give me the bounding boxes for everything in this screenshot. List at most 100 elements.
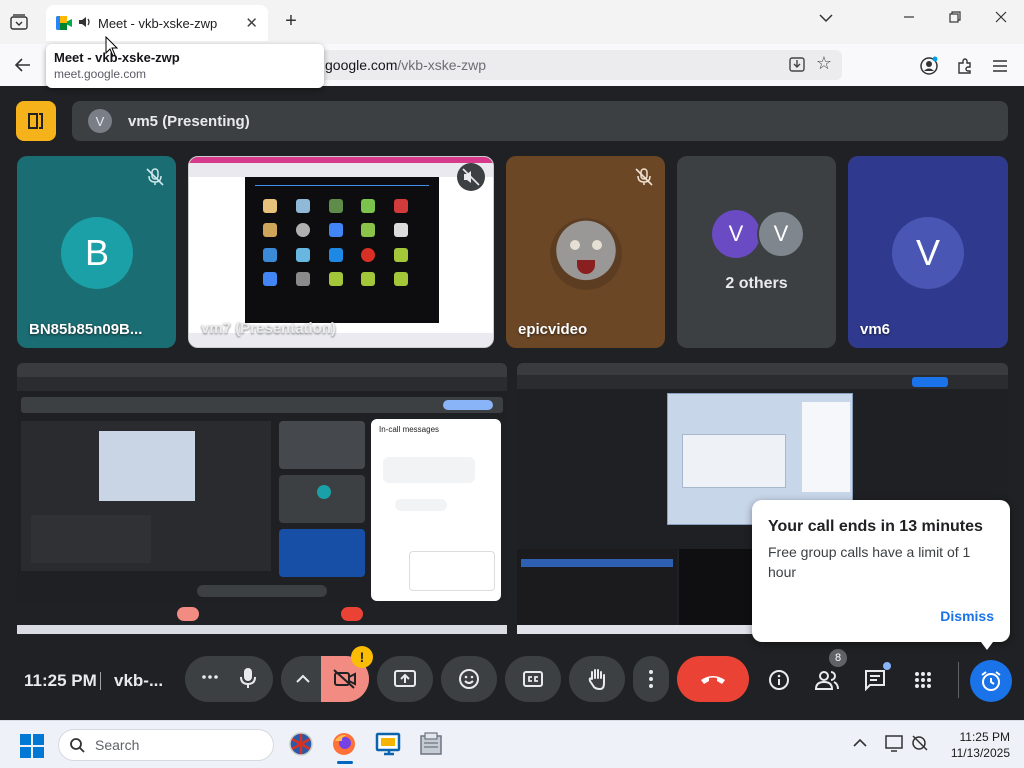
captions-button[interactable] [505, 656, 561, 702]
meet-control-bar: 11:25 PM vkb-... ! 8 [0, 634, 1024, 720]
tray-clock[interactable]: 11:25 PM 11/13/2025 [946, 729, 1010, 761]
nested-reactions-bar [197, 585, 327, 597]
nested-presenting-bar [21, 397, 503, 413]
google-meet-logo-icon [56, 16, 72, 30]
tab-list-icon [10, 14, 28, 30]
chat-button[interactable] [857, 662, 893, 698]
mic-off-icon [635, 168, 653, 186]
active-app-indicator [337, 761, 353, 764]
leave-call-button[interactable] [677, 656, 749, 702]
tab-list-button[interactable] [6, 11, 32, 33]
others-label: 2 others [725, 275, 788, 292]
taskbar-app-globe-icon[interactable] [288, 731, 316, 759]
tray-overflow-chevron-icon[interactable] [850, 733, 878, 761]
mic-off-icon [146, 168, 164, 186]
tab-audio-speaker-icon[interactable] [78, 16, 92, 31]
nested-tile-a [279, 421, 365, 469]
participant-name: vm6 [860, 321, 891, 338]
browser-tab-meet[interactable]: Meet - vkb-xske-zwp ✕ [46, 5, 268, 41]
back-arrow-icon [14, 58, 30, 72]
tab-close-icon[interactable]: ✕ [245, 14, 258, 32]
meeting-details-info-icon[interactable] [761, 662, 797, 698]
presenter-label: vm5 (Presenting) [128, 112, 250, 130]
camera-control-group: ! [281, 646, 373, 702]
tray-display-icon[interactable] [884, 733, 912, 761]
call-limit-toast: Your call ends in 13 minutes Free group … [752, 500, 1010, 642]
camera-options-chevron-icon[interactable] [281, 656, 325, 702]
windows-start-icon[interactable] [20, 734, 44, 758]
taskbar-remote-desktop-icon[interactable] [375, 731, 403, 759]
activities-button[interactable] [905, 662, 941, 698]
taskbar-search-box[interactable]: Search [58, 729, 274, 761]
others-avatar-1: V [712, 210, 760, 258]
address-text: google.com/vkb-xske-zwp [325, 57, 486, 73]
taskbar-firefox-icon[interactable] [331, 731, 359, 764]
presenting-banner[interactable]: V vm5 (Presenting) [72, 101, 1008, 141]
browser-tab-strip: Meet - vkb-xske-zwp ✕ + [0, 0, 1024, 44]
close-window-button[interactable] [989, 10, 1013, 28]
menu-hamburger-icon[interactable] [989, 56, 1011, 76]
reactions-button[interactable] [441, 656, 497, 702]
nested-tile-b [279, 475, 365, 523]
nested-tabstrip [17, 363, 507, 377]
nested-chat-panel: In-call messages [371, 419, 501, 601]
participant-tile-vm7-presentation[interactable]: vm7 (Presentation) [188, 156, 494, 348]
tab-title: Meet - vkb-xske-zwp [98, 15, 218, 31]
call-end-icon [701, 676, 725, 684]
others-avatar-2: V [757, 210, 805, 258]
control-divider [958, 662, 959, 698]
mic-control-group [185, 656, 273, 702]
bookmark-star-icon[interactable]: ☆ [816, 53, 832, 74]
people-button[interactable] [809, 662, 845, 698]
participant-tile-epicvideo[interactable]: epicvideo [506, 156, 665, 348]
alarm-clock-icon [981, 671, 1001, 691]
screen-share-tile-left[interactable]: In-call messages [17, 363, 507, 641]
tray-date: 11/13/2025 [950, 746, 1010, 760]
save-to-pocket-icon[interactable] [788, 55, 808, 75]
tooltip-title: Meet - vkb-xske-zwp [54, 50, 180, 65]
mouse-cursor-icon [105, 36, 119, 57]
nested-file-pane [517, 549, 677, 625]
restore-window-button[interactable] [943, 10, 967, 28]
tray-time: 11:25 PM [959, 730, 1010, 744]
video-avatar-cat-icon [550, 218, 622, 290]
apps-grid-icon [915, 672, 931, 688]
more-vert-icon [649, 670, 653, 688]
presenter-avatar: V [88, 109, 112, 133]
present-screen-button[interactable] [377, 656, 433, 702]
nested-toolbar [517, 375, 1008, 389]
participant-tile-bn85[interactable]: B BN85b85n09B... [17, 156, 176, 348]
warning-badge-icon: ! [351, 646, 373, 668]
new-tab-button[interactable]: + [280, 10, 302, 33]
audio-settings-more-icon[interactable] [199, 666, 221, 693]
tab-tooltip: Meet - vkb-xske-zwp meet.google.com [46, 44, 324, 88]
taskbar-virtualbox-icon[interactable] [418, 731, 446, 759]
clock-separator [100, 672, 101, 690]
toast-pointer [978, 638, 996, 650]
url-host: google.com [325, 57, 398, 73]
present-to-all-icon [28, 113, 43, 129]
list-all-tabs-chevron-icon[interactable] [814, 10, 838, 28]
people-icon [814, 671, 839, 690]
minimize-window-button[interactable] [897, 10, 921, 28]
back-button[interactable] [10, 52, 36, 78]
presentation-layout-button[interactable] [16, 101, 56, 141]
microphone-icon[interactable] [237, 666, 259, 695]
participant-name: epicvideo [518, 321, 588, 338]
toast-title: Your call ends in 13 minutes [768, 518, 983, 535]
participant-tile-others[interactable]: V V 2 others [677, 156, 836, 348]
closed-captions-icon [523, 671, 543, 687]
account-icon[interactable] [918, 56, 940, 76]
extensions-puzzle-icon[interactable] [954, 56, 976, 76]
videocam-off-icon [333, 669, 356, 689]
more-options-button[interactable] [633, 656, 669, 702]
present-to-all-icon [394, 670, 416, 687]
raise-hand-button[interactable] [569, 656, 625, 702]
meeting-code: vkb-... [114, 671, 164, 690]
call-timer-button[interactable] [970, 660, 1012, 702]
participant-tile-vm6[interactable]: V vm6 [848, 156, 1008, 348]
screen: Meet - vkb-xske-zwp ✕ + google.com/vkb-x… [0, 0, 1024, 768]
dismiss-button[interactable]: Dismiss [940, 608, 994, 624]
tray-network-off-icon[interactable] [910, 733, 938, 761]
participant-name: vm7 (Presentation) [201, 320, 337, 337]
